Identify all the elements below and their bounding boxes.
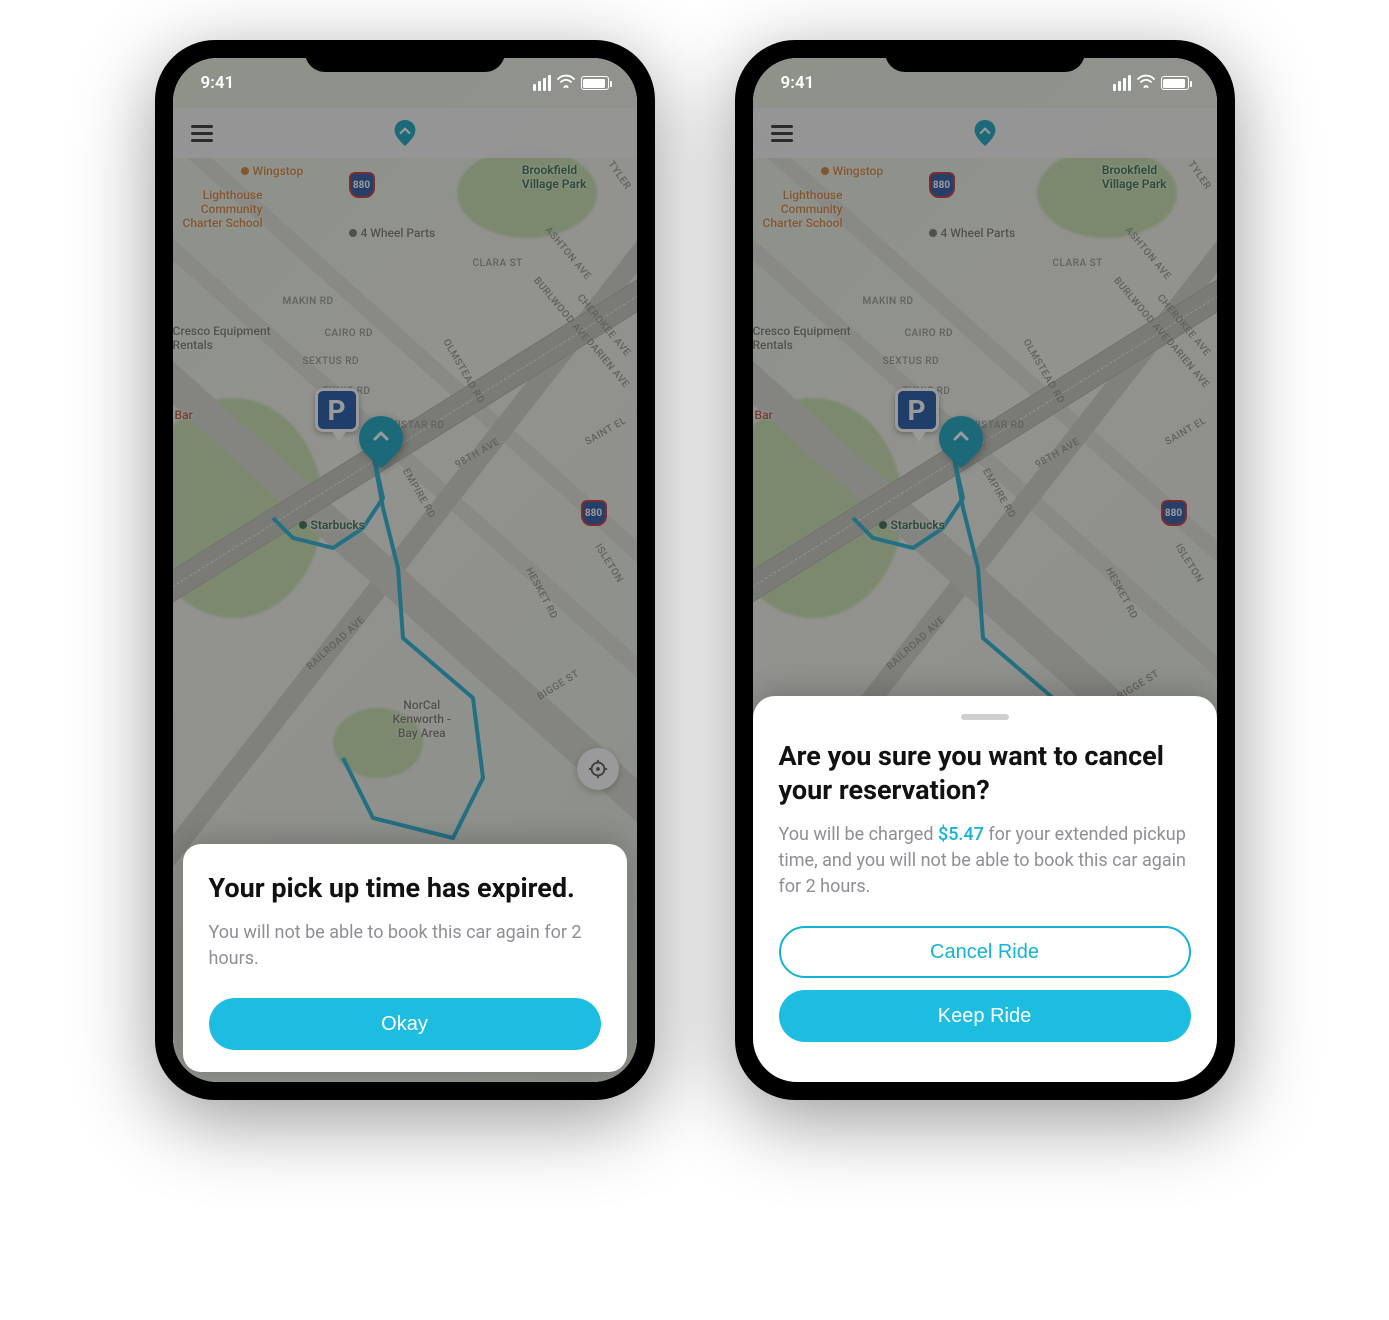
phone-frame-left: Brookfield Village Park Wingstop Lightho…: [155, 40, 655, 1100]
okay-button[interactable]: Okay: [209, 998, 601, 1050]
notch: [305, 40, 505, 72]
sheet-title: Your pick up time has expired.: [209, 872, 601, 906]
status-time: 9:41: [781, 73, 815, 93]
battery-icon: [1161, 76, 1189, 90]
notch: [885, 40, 1085, 72]
phone-frame-right: Brookfield Village Park Wingstop Lightho…: [735, 40, 1235, 1100]
sheet-body: You will not be able to book this car ag…: [209, 920, 601, 972]
sheet-body-pre: You will be charged: [779, 824, 938, 845]
keep-ride-button[interactable]: Keep Ride: [779, 990, 1191, 1042]
status-time: 9:41: [201, 73, 235, 93]
cancel-ride-button[interactable]: Cancel Ride: [779, 926, 1191, 978]
wifi-icon: [1137, 73, 1155, 93]
bottom-sheet-expired: Your pick up time has expired. You will …: [183, 844, 627, 1072]
bottom-sheet-cancel: Are you sure you want to cancel your res…: [753, 696, 1217, 1082]
sheet-title: Are you sure you want to cancel your res…: [779, 740, 1191, 808]
signal-icon: [1113, 75, 1131, 91]
screen: Brookfield Village Park Wingstop Lightho…: [753, 58, 1217, 1082]
drag-handle[interactable]: [961, 714, 1009, 720]
wifi-icon: [557, 73, 575, 93]
battery-icon: [581, 76, 609, 90]
signal-icon: [533, 75, 551, 91]
sheet-price: $5.47: [938, 824, 984, 845]
sheet-body: You will be charged $5.47 for your exten…: [779, 822, 1191, 900]
screen: Brookfield Village Park Wingstop Lightho…: [173, 58, 637, 1082]
